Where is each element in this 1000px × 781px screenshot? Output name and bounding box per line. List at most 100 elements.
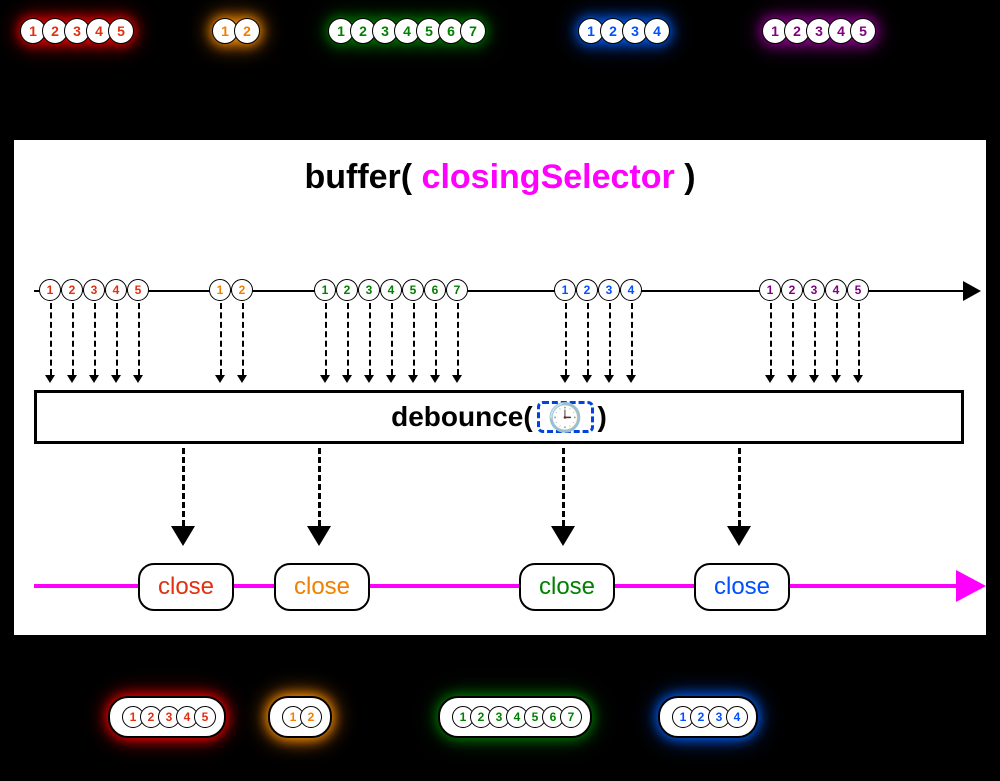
marble: 2: [576, 279, 598, 301]
emit-arrowhead: [215, 375, 225, 383]
emit-arrowhead: [342, 375, 352, 383]
title-buffer-text: buffer(: [304, 158, 421, 196]
close-signal: close: [138, 563, 234, 611]
emit-arrow: [220, 303, 222, 375]
input-burst: 12345: [762, 18, 872, 44]
marble: 5: [108, 18, 134, 44]
emit-arrow: [631, 303, 633, 375]
debounce-arrow: [318, 448, 321, 526]
close-signal: close: [519, 563, 615, 611]
emit-arrow: [116, 303, 118, 375]
debounce-label-post: ): [598, 401, 607, 433]
emit-arrow: [565, 303, 567, 375]
emit-arrow: [369, 303, 371, 375]
emit-arrowhead: [430, 375, 440, 383]
input-burst: 1234567: [328, 18, 482, 44]
marble: 2: [234, 18, 260, 44]
emit-arrow: [347, 303, 349, 375]
emit-arrowhead: [787, 375, 797, 383]
marble: 4: [105, 279, 127, 301]
marble: 4: [644, 18, 670, 44]
emit-arrowhead: [364, 375, 374, 383]
debounce-arrow: [182, 448, 185, 526]
emit-arrow: [391, 303, 393, 375]
close-signal: close: [274, 563, 370, 611]
emit-arrow: [814, 303, 816, 375]
marble: 3: [358, 279, 380, 301]
emit-arrowhead: [853, 375, 863, 383]
output-row: 12345 12 1234567 1234: [0, 696, 1000, 766]
emit-arrowhead: [765, 375, 775, 383]
emit-arrowhead: [809, 375, 819, 383]
marble: 1: [209, 279, 231, 301]
emit-arrow: [858, 303, 860, 375]
buffered-output: 12: [268, 696, 332, 738]
debounce-arrowhead: [307, 526, 331, 546]
marble: 3: [83, 279, 105, 301]
marble: 2: [61, 279, 83, 301]
source-arrowhead: [963, 281, 981, 301]
emit-arrowhead: [408, 375, 418, 383]
title-closing-selector: closingSelector: [422, 158, 675, 196]
title-end: ): [675, 158, 696, 196]
emit-arrow: [94, 303, 96, 375]
emit-arrow: [325, 303, 327, 375]
operator-panel: buffer( closingSelector ) 12345121234567…: [12, 138, 988, 637]
input-burst: 1234: [578, 18, 666, 44]
buffered-output: 1234: [658, 696, 758, 738]
marble: 5: [847, 279, 869, 301]
buffered-output: 1234567: [438, 696, 592, 738]
emit-arrow: [138, 303, 140, 375]
marble: 2: [300, 706, 322, 728]
emit-arrow: [836, 303, 838, 375]
emit-arrowhead: [452, 375, 462, 383]
emit-arrow: [609, 303, 611, 375]
emit-arrowhead: [626, 375, 636, 383]
debounce-arrowhead: [171, 526, 195, 546]
debounce-arrowhead: [551, 526, 575, 546]
close-signal: close: [694, 563, 790, 611]
emit-arrowhead: [560, 375, 570, 383]
emit-arrowhead: [604, 375, 614, 383]
debounce-arrow: [738, 448, 741, 526]
marble: 5: [402, 279, 424, 301]
emit-arrow: [50, 303, 52, 375]
marble: 2: [336, 279, 358, 301]
marble: 7: [446, 279, 468, 301]
emit-arrow: [792, 303, 794, 375]
marble: 2: [781, 279, 803, 301]
closing-selector-arrowhead: [956, 570, 986, 602]
marble: 4: [825, 279, 847, 301]
debounce-label-pre: debounce(: [391, 401, 533, 433]
marble: 1: [314, 279, 336, 301]
marble: 4: [726, 706, 748, 728]
marble: 3: [803, 279, 825, 301]
emit-arrowhead: [111, 375, 121, 383]
input-burst: 12: [212, 18, 256, 44]
marble: 5: [127, 279, 149, 301]
panel-title: buffer( closingSelector ): [14, 158, 986, 197]
emit-arrow: [435, 303, 437, 375]
emit-arrowhead: [320, 375, 330, 383]
marble: 7: [560, 706, 582, 728]
marble: 1: [39, 279, 61, 301]
emit-arrowhead: [831, 375, 841, 383]
emit-arrow: [72, 303, 74, 375]
emit-arrowhead: [386, 375, 396, 383]
debounce-arrow: [562, 448, 565, 526]
emit-arrowhead: [67, 375, 77, 383]
emit-arrow: [770, 303, 772, 375]
marble: 1: [554, 279, 576, 301]
emit-arrowhead: [45, 375, 55, 383]
input-burst-row: 12345 12 1234567 1234 12345: [0, 14, 1000, 64]
input-burst: 12345: [20, 18, 130, 44]
marble: 2: [231, 279, 253, 301]
clock-icon: 🕒: [537, 401, 594, 433]
marble: 5: [850, 18, 876, 44]
emit-arrowhead: [237, 375, 247, 383]
emit-arrow: [413, 303, 415, 375]
buffered-output: 12345: [108, 696, 226, 738]
marble: 5: [194, 706, 216, 728]
emit-arrowhead: [133, 375, 143, 383]
marble: 6: [424, 279, 446, 301]
